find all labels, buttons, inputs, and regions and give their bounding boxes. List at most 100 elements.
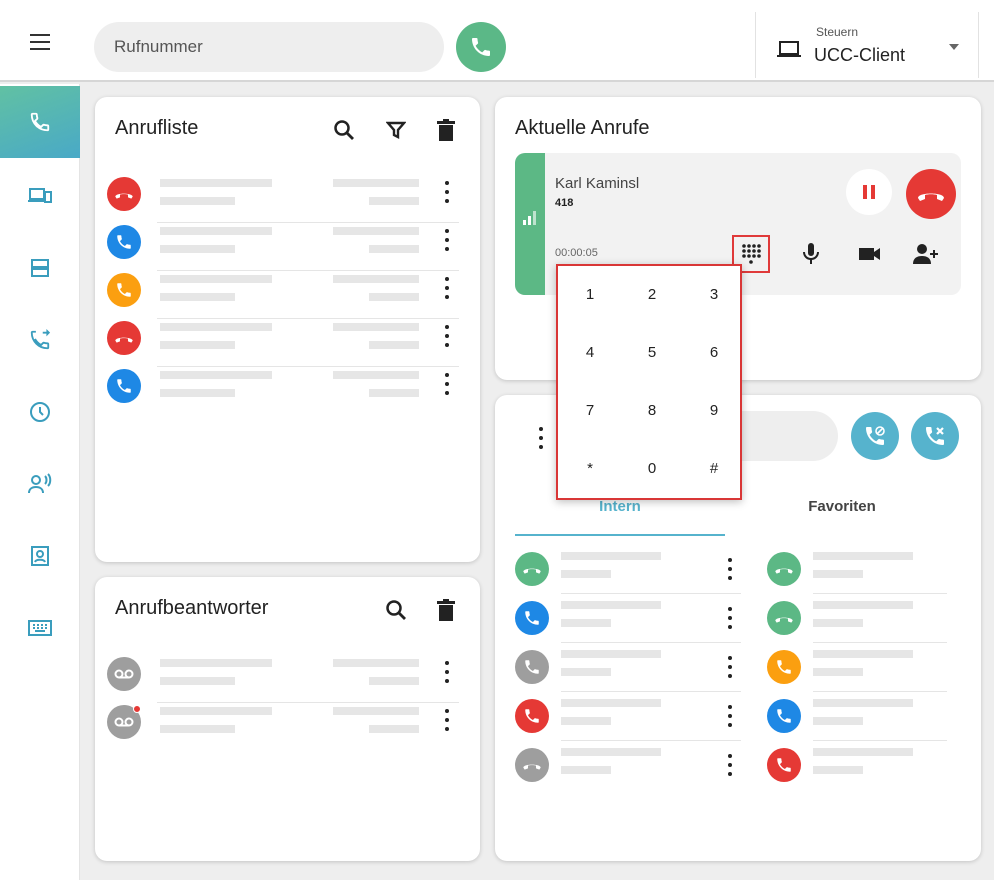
- divider: [561, 642, 741, 643]
- signal-icon: [523, 211, 536, 225]
- nav-call-forward[interactable]: [0, 304, 80, 376]
- filter-icon[interactable]: [383, 117, 409, 143]
- add-person-icon: [913, 244, 938, 264]
- divider: [813, 691, 947, 692]
- divider: [813, 740, 947, 741]
- search-icon[interactable]: [331, 117, 357, 143]
- hang-up-icon: [918, 193, 944, 201]
- call-list-item[interactable]: [107, 175, 459, 223]
- dialpad-key[interactable]: 0: [632, 448, 672, 488]
- more-options-icon[interactable]: [444, 661, 450, 683]
- placeholder-text: [160, 725, 235, 733]
- placeholder-text: [813, 717, 863, 725]
- menu-icon[interactable]: [30, 34, 52, 50]
- dialpad-key[interactable]: 7: [570, 390, 610, 430]
- contact-item[interactable]: [767, 595, 973, 643]
- dial-button[interactable]: [456, 22, 506, 72]
- contact-search-input[interactable]: [740, 411, 838, 461]
- more-options-icon[interactable]: [444, 325, 450, 347]
- call-list-item[interactable]: [107, 319, 459, 367]
- card-title: Anrufliste: [115, 117, 199, 139]
- nav-telephony[interactable]: [0, 86, 80, 158]
- contact-item[interactable]: [515, 546, 741, 594]
- trash-icon[interactable]: [433, 117, 459, 143]
- dialpad-key[interactable]: 3: [694, 274, 734, 314]
- placeholder-text: [160, 293, 235, 301]
- dialpad-key[interactable]: 4: [570, 332, 610, 372]
- dialpad-key[interactable]: 5: [632, 332, 672, 372]
- chevron-down-icon[interactable]: [949, 44, 959, 50]
- more-options-icon[interactable]: [727, 607, 733, 629]
- dialpad-key[interactable]: 2: [632, 274, 672, 314]
- hangup-button[interactable]: [906, 169, 956, 219]
- contact-status-icon: [767, 748, 801, 782]
- more-options-icon[interactable]: [444, 373, 450, 395]
- more-options-icon[interactable]: [444, 229, 450, 251]
- contact-status-icon: [767, 699, 801, 733]
- trash-icon[interactable]: [433, 597, 459, 623]
- more-options-icon[interactable]: [444, 181, 450, 203]
- nav-history[interactable]: [0, 376, 80, 448]
- contact-item[interactable]: [515, 644, 741, 692]
- video-button[interactable]: [858, 246, 882, 267]
- more-options-icon[interactable]: [538, 427, 544, 449]
- call-list-item[interactable]: [107, 367, 459, 415]
- voicemail-item[interactable]: [107, 703, 459, 751]
- nav-contacts[interactable]: [0, 520, 80, 592]
- dialpad-key[interactable]: 6: [694, 332, 734, 372]
- placeholder-text: [813, 619, 863, 627]
- contact-item[interactable]: [515, 693, 741, 741]
- voicemail-card: Anrufbeantworter: [95, 577, 480, 861]
- more-options-icon[interactable]: [444, 709, 450, 731]
- nav-server[interactable]: [0, 232, 80, 304]
- placeholder-text: [333, 323, 419, 331]
- search-icon[interactable]: [383, 597, 409, 623]
- contact-item[interactable]: [515, 742, 732, 790]
- placeholder-text: [369, 677, 419, 685]
- dialpad-key[interactable]: *: [570, 448, 610, 488]
- card-title: Aktuelle Anrufe: [515, 117, 650, 139]
- voice-icon: [28, 473, 52, 494]
- laptop-icon: [777, 41, 801, 57]
- nav-keyboard[interactable]: [0, 592, 80, 664]
- video-camera-icon: [859, 248, 880, 260]
- contact-item[interactable]: [767, 644, 973, 692]
- do-not-disturb-button[interactable]: [851, 412, 899, 460]
- more-options-icon[interactable]: [727, 558, 733, 580]
- phone-cancel-icon: [926, 427, 944, 445]
- reject-calls-button[interactable]: [911, 412, 959, 460]
- dialpad-key[interactable]: 9: [694, 390, 734, 430]
- dialpad-key[interactable]: 8: [632, 390, 672, 430]
- incoming-call-icon: [107, 225, 141, 259]
- placeholder-text: [160, 389, 235, 397]
- more-options-icon[interactable]: [444, 277, 450, 299]
- tab-intern[interactable]: Intern: [515, 498, 725, 515]
- phone-number-input[interactable]: [94, 22, 444, 72]
- placeholder-text: [160, 197, 235, 205]
- more-options-icon[interactable]: [727, 656, 733, 678]
- contact-item[interactable]: [515, 595, 741, 643]
- voicemail-item[interactable]: [107, 655, 459, 703]
- nav-voice[interactable]: [0, 448, 80, 520]
- call-list-card: Anrufliste: [95, 97, 480, 562]
- dialpad-key[interactable]: 1: [570, 274, 610, 314]
- hold-button[interactable]: [846, 169, 892, 215]
- more-options-icon[interactable]: [727, 705, 733, 727]
- nav-devices[interactable]: [0, 160, 80, 232]
- placeholder-text: [160, 371, 272, 379]
- tab-favoriten[interactable]: Favoriten: [737, 498, 947, 515]
- placeholder-text: [561, 619, 611, 627]
- contact-item[interactable]: [767, 742, 973, 790]
- mute-button[interactable]: [802, 242, 820, 271]
- dialpad-key[interactable]: #: [694, 448, 734, 488]
- caller-number: 418: [555, 197, 574, 209]
- contact-item[interactable]: [767, 693, 973, 741]
- add-participant-button[interactable]: [912, 243, 940, 270]
- contact-item[interactable]: [767, 546, 973, 594]
- placeholder-text: [369, 389, 419, 397]
- phone-blocked-icon: [866, 426, 885, 445]
- clock-icon: [30, 402, 50, 422]
- call-list-item[interactable]: [107, 223, 459, 271]
- call-list-item[interactable]: [107, 271, 459, 319]
- more-options-icon[interactable]: [727, 754, 733, 776]
